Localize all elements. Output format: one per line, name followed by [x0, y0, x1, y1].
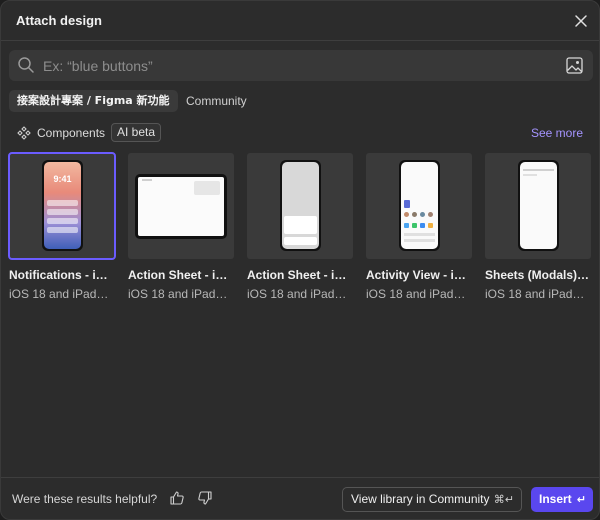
tab-community[interactable]: Community — [178, 90, 255, 112]
result-subtitle: iOS 18 and iPadOS 18 — [485, 287, 591, 301]
search-bar — [9, 50, 593, 81]
result-card-activity-view[interactable]: Activity View - iPhone iOS 18 and iPadOS… — [366, 153, 472, 301]
result-name: Notifications - iPhone — [9, 268, 115, 282]
result-thumbnail — [366, 153, 472, 259]
result-name: Activity View - iPhone — [366, 268, 472, 282]
insert-button[interactable]: Insert ↵ — [531, 487, 593, 512]
components-label: Components — [37, 126, 106, 140]
thumbnail-time-text: 9:41 — [53, 174, 72, 184]
result-card-action-sheet-iphone[interactable]: Action Sheet - iPhone iOS 18 and iPadOS … — [247, 153, 353, 301]
ai-beta-badge: AI beta — [111, 123, 162, 142]
view-library-shortcut: ⌘↵ — [493, 493, 514, 506]
attach-design-dialog: Attach design 接案設計專案 / Figma 新功能 Communi… — [0, 0, 600, 520]
result-subtitle: iOS 18 and iPadOS 18 — [128, 287, 234, 301]
search-input[interactable] — [43, 50, 553, 81]
result-thumbnail — [128, 153, 234, 259]
result-thumbnail: 9:41 — [8, 152, 116, 260]
result-thumbnail — [247, 153, 353, 259]
insert-shortcut: ↵ — [576, 493, 586, 506]
result-name: Action Sheet - iPhone — [247, 268, 353, 282]
dialog-header: Attach design — [1, 1, 599, 41]
result-name: Sheets (Modals) - iPhone — [485, 268, 591, 282]
result-card-action-sheet-ipad[interactable]: Action Sheet - iPad iOS 18 and iPadOS 18 — [128, 153, 234, 301]
dialog-title: Attach design — [16, 13, 102, 28]
view-library-label: View library in Community — [351, 492, 490, 506]
image-upload-icon[interactable] — [565, 56, 584, 75]
see-more-link[interactable]: See more — [531, 126, 583, 140]
thumbs-up-icon[interactable] — [169, 490, 185, 506]
close-icon[interactable] — [571, 11, 591, 31]
result-card-sheets-modals[interactable]: Sheets (Modals) - iPhone iOS 18 and iPad… — [485, 153, 591, 301]
result-subtitle: iOS 18 and iPadOS 18 — [9, 287, 115, 301]
feedback-question: Were these results helpful? — [12, 492, 158, 506]
result-subtitle: iOS 18 and iPadOS 18 — [247, 287, 353, 301]
view-library-button[interactable]: View library in Community ⌘↵ — [342, 487, 522, 512]
result-subtitle: iOS 18 and iPadOS 18 — [366, 287, 472, 301]
dialog-footer: Were these results helpful? View library… — [1, 477, 599, 519]
result-thumbnail — [485, 153, 591, 259]
insert-label: Insert — [539, 492, 572, 506]
result-name: Action Sheet - iPad — [128, 268, 234, 282]
components-icon — [17, 126, 31, 140]
result-card-notifications[interactable]: 9:41 Notifications - iPhone iOS 18 and i… — [8, 152, 116, 301]
tab-team-library[interactable]: 接案設計專案 / Figma 新功能 — [9, 90, 178, 112]
thumbs-down-icon[interactable] — [197, 490, 213, 506]
search-icon — [17, 56, 35, 74]
